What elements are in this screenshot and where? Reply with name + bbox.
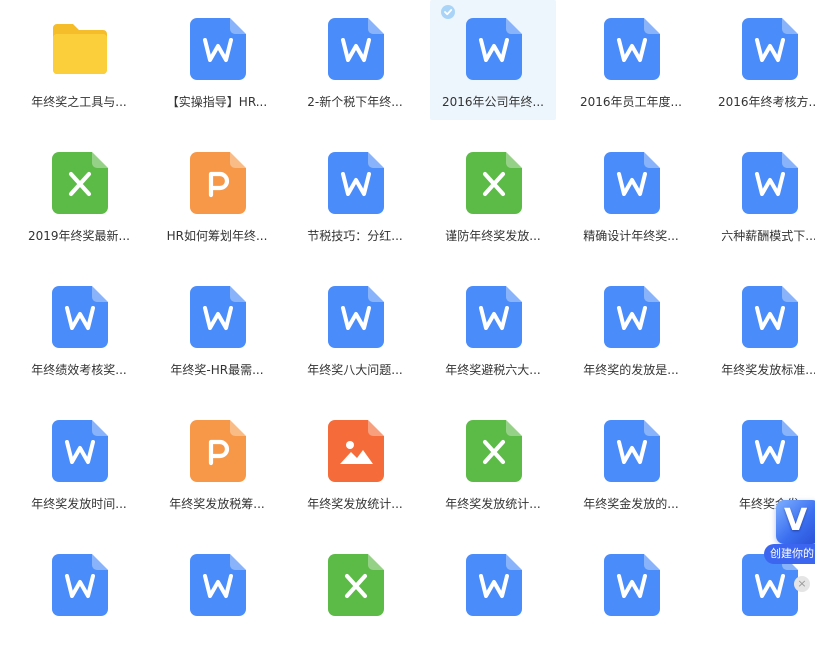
file-name-label: 2016年终考核方... [718, 95, 815, 109]
file-item[interactable] [16, 536, 142, 656]
word-file-icon [604, 420, 660, 482]
file-name-label: 2016年员工年度... [580, 95, 682, 109]
file-item[interactable] [568, 536, 694, 656]
file-item[interactable]: 年终奖金发放的... [568, 402, 694, 522]
assistant-close-icon[interactable]: × [794, 576, 810, 592]
word-file-icon [466, 18, 522, 80]
image-file-icon [328, 420, 384, 482]
file-name-label: 年终奖发放统计... [445, 497, 541, 511]
file-name-label: 年终奖八大问题... [307, 363, 403, 377]
file-name-label: 精确设计年终奖... [583, 229, 679, 243]
file-name-label: 节税技巧：分红... [307, 229, 403, 243]
file-item[interactable]: 2016年公司年终... [430, 0, 556, 120]
file-item[interactable]: 年终奖发放统计... [430, 402, 556, 522]
file-name-label: 年终绩效考核奖... [31, 363, 127, 377]
file-item[interactable]: 年终奖-HR最需... [154, 268, 280, 388]
word-file-icon [604, 286, 660, 348]
excel-file-icon [52, 152, 108, 214]
word-file-icon [466, 286, 522, 348]
file-name-label: 2-新个税下年终... [307, 95, 403, 109]
file-item[interactable]: 六种薪酬模式下... [706, 134, 815, 254]
word-file-icon [742, 152, 798, 214]
file-name-label: 年终奖发放税筹... [169, 497, 265, 511]
file-name-label: 六种薪酬模式下... [721, 229, 815, 243]
word-file-icon [742, 18, 798, 80]
file-item[interactable]: 2016年员工年度... [568, 0, 694, 120]
floating-assistant-widget[interactable]: V 创建你的 × [764, 494, 815, 594]
file-item[interactable]: 年终奖的发放是... [568, 268, 694, 388]
file-name-label: 年终奖发放时间... [31, 497, 127, 511]
file-item[interactable]: 年终奖发放税筹... [154, 402, 280, 522]
file-name-label: 年终奖发放标准... [721, 363, 815, 377]
word-file-icon [604, 18, 660, 80]
word-file-icon [466, 554, 522, 616]
assistant-logo-icon[interactable]: V [776, 500, 815, 544]
word-file-icon [604, 152, 660, 214]
file-name-label: 年终奖之工具与... [31, 95, 127, 109]
file-name-label: HR如何筹划年终... [166, 229, 268, 243]
word-file-icon [52, 286, 108, 348]
file-item[interactable] [154, 536, 280, 656]
file-item[interactable]: 年终奖八大问题... [292, 268, 418, 388]
file-name-label: 2019年终奖最新... [28, 229, 130, 243]
word-file-icon [328, 18, 384, 80]
file-grid: 年终奖之工具与... 【实操指导】HR... 2-新个税下年终... 2016年公司年… [0, 0, 815, 620]
word-file-icon [190, 554, 246, 616]
word-file-icon [190, 286, 246, 348]
file-name-label: 谨防年终奖发放... [445, 229, 541, 243]
word-file-icon [742, 286, 798, 348]
file-name-label: 年终奖金发放的... [583, 497, 679, 511]
folder-icon [52, 18, 108, 80]
file-item[interactable]: 年终奖发放时间... [16, 402, 142, 522]
file-item[interactable]: 年终奖发放统计... [292, 402, 418, 522]
word-file-icon [52, 554, 108, 616]
file-item[interactable]: 精确设计年终奖... [568, 134, 694, 254]
assistant-create-button[interactable]: 创建你的 [764, 544, 815, 564]
file-item[interactable]: 节税技巧：分红... [292, 134, 418, 254]
file-item[interactable]: 年终奖之工具与... [16, 0, 142, 120]
ppt-file-icon [190, 420, 246, 482]
file-name-label: 【实操指导】HR... [166, 95, 268, 109]
file-name-label: 年终奖的发放是... [583, 363, 679, 377]
excel-file-icon [466, 420, 522, 482]
file-item[interactable]: 2-新个税下年终... [292, 0, 418, 120]
file-item[interactable]: 谨防年终奖发放... [430, 134, 556, 254]
excel-file-icon [466, 152, 522, 214]
file-item[interactable]: 年终奖避税六大... [430, 268, 556, 388]
file-item[interactable] [292, 536, 418, 656]
excel-file-icon [328, 554, 384, 616]
word-file-icon [328, 152, 384, 214]
file-name-label: 2016年公司年终... [442, 95, 544, 109]
selected-check-icon[interactable] [441, 5, 455, 19]
file-item[interactable]: 2019年终奖最新... [16, 134, 142, 254]
word-file-icon [742, 420, 798, 482]
word-file-icon [604, 554, 660, 616]
file-name-label: 年终奖-HR最需... [170, 363, 264, 377]
word-file-icon [190, 18, 246, 80]
file-item[interactable]: 2016年终考核方... [706, 0, 815, 120]
ppt-file-icon [190, 152, 246, 214]
file-item[interactable]: 年终绩效考核奖... [16, 268, 142, 388]
file-item[interactable]: HR如何筹划年终... [154, 134, 280, 254]
file-name-label: 年终奖避税六大... [445, 363, 541, 377]
assistant-logo-letter: V [784, 503, 808, 538]
word-file-icon [52, 420, 108, 482]
word-file-icon [328, 286, 384, 348]
file-name-label: 年终奖发放统计... [307, 497, 403, 511]
file-item[interactable]: 【实操指导】HR... [154, 0, 280, 120]
file-item[interactable]: 年终奖发放标准... [706, 268, 815, 388]
file-item[interactable] [430, 536, 556, 656]
